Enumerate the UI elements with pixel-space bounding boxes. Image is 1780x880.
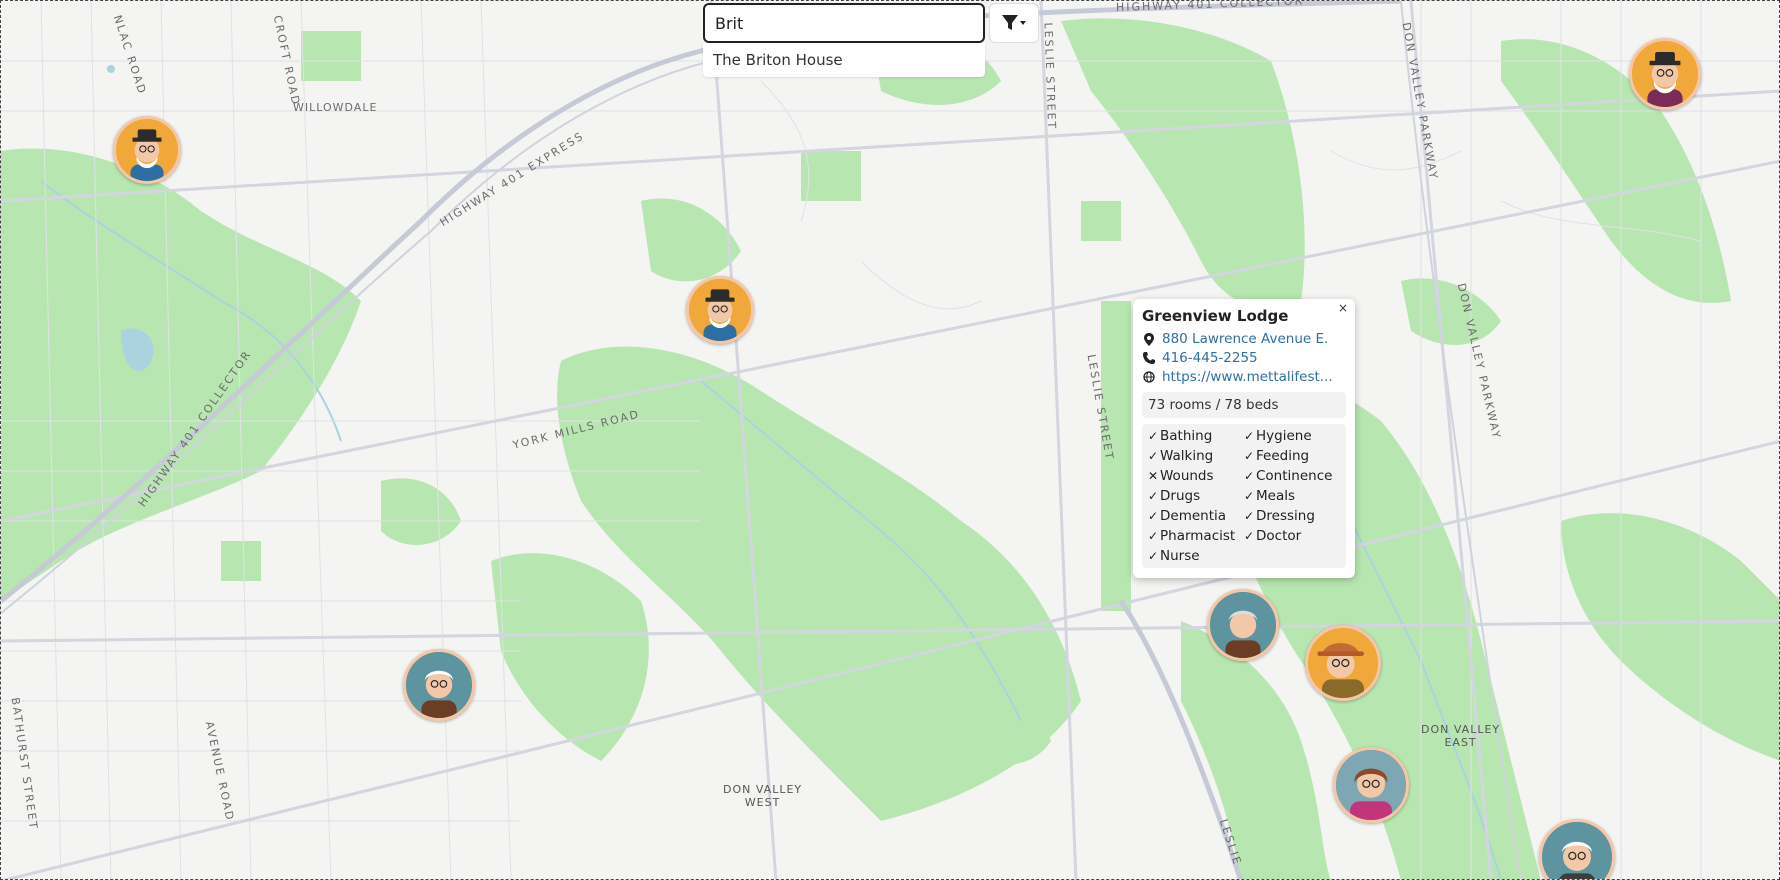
close-icon[interactable]: × (1338, 301, 1348, 315)
map-label-don-valley-west: DON VALLEY WEST (723, 783, 802, 809)
phone-icon (1142, 352, 1156, 364)
filter-button[interactable] (989, 3, 1039, 43)
search-suggestion[interactable]: The Briton House (703, 43, 985, 77)
marker-elder-man-hat-3[interactable] (1629, 38, 1701, 110)
marker-elder-woman-scarf[interactable] (1333, 747, 1409, 823)
address-link[interactable]: 880 Lawrence Avenue E. (1162, 331, 1328, 347)
service-label: Drugs (1160, 488, 1201, 504)
marker-elder-man-cluster[interactable] (1207, 589, 1279, 661)
service-item: ✓ Feeding (1244, 448, 1344, 464)
service-item: ✓ Meals (1244, 488, 1344, 504)
address-row: 880 Lawrence Avenue E. (1142, 331, 1346, 347)
check-icon: ✓ (1148, 509, 1159, 523)
check-icon: ✓ (1148, 449, 1159, 463)
check-icon: ✓ (1148, 529, 1159, 543)
service-item: ✓ Walking (1148, 448, 1244, 464)
check-icon: ✓ (1148, 489, 1159, 503)
don-valley-west-line1: DON VALLEY (723, 783, 803, 796)
phone-link[interactable]: 416-445-2255 (1162, 350, 1258, 366)
facility-name: Greenview Lodge (1142, 307, 1289, 325)
check-icon: ✓ (1148, 429, 1159, 443)
service-item: ✓ Doctor (1244, 528, 1344, 544)
service-label: Bathing (1160, 428, 1213, 444)
service-label: Feeding (1256, 448, 1310, 464)
service-label: Walking (1160, 448, 1214, 464)
service-item: ✓ Bathing (1148, 428, 1244, 444)
map-base-layer (1, 1, 1779, 879)
service-label: Doctor (1256, 528, 1302, 544)
service-item: ✓ Continence (1244, 468, 1344, 484)
service-label: Wounds (1160, 468, 1214, 484)
phone-row: 416-445-2255 (1142, 350, 1346, 366)
don-valley-east-line2: EAST (1444, 736, 1477, 749)
service-item: ✓ Dementia (1148, 508, 1244, 524)
check-icon: ✓ (1244, 489, 1255, 503)
cross-icon: ✕ (1148, 469, 1159, 483)
service-label: Nurse (1160, 548, 1200, 564)
check-icon: ✓ (1244, 529, 1255, 543)
service-label: Meals (1256, 488, 1296, 504)
marker-elder-woman-hat[interactable] (1305, 625, 1381, 701)
marker-elder-man-hat-1[interactable] (113, 116, 181, 184)
marker-elder-man-hat-2[interactable] (686, 276, 754, 344)
elder-man-white-hair-avatar-icon (406, 652, 472, 718)
check-icon: ✓ (1244, 509, 1255, 523)
service-label: Dressing (1256, 508, 1315, 524)
map-pin-icon (1142, 332, 1156, 346)
elder-man-hat-avatar-icon (689, 279, 751, 341)
elder-woman-hat-avatar-icon (1308, 628, 1378, 698)
service-label: Hygiene (1256, 428, 1312, 444)
elder-man-white-hair-avatar-icon (1542, 822, 1612, 879)
service-item: ✕ Wounds (1148, 468, 1244, 484)
service-item: ✓ Dressing (1244, 508, 1344, 524)
service-label: Pharmacist (1160, 528, 1236, 544)
service-item: ✓ Nurse (1148, 548, 1244, 564)
service-item: ✓ Drugs (1148, 488, 1244, 504)
elder-man-avatar-icon (1210, 592, 1276, 658)
don-valley-east-line1: DON VALLEY (1421, 723, 1501, 736)
map-label-don-valley-east: DON VALLEY EAST (1421, 723, 1500, 749)
check-icon: ✓ (1244, 449, 1255, 463)
services-list: ✓ Bathing ✓ Hygiene ✓ Walking ✓ Feeding ✕ Wounds ✓… (1142, 424, 1346, 568)
check-icon: ✓ (1244, 429, 1255, 443)
marker-elder-man-white-hair-1[interactable] (403, 649, 475, 721)
rooms-summary: 73 rooms / 78 beds (1142, 392, 1346, 418)
search-box: The Briton House (703, 3, 985, 77)
search-input[interactable] (703, 3, 985, 43)
website-link[interactable]: https://www.mettalifest... (1162, 369, 1333, 385)
map-canvas[interactable]: WILLOWDALE HIGHWAY 401 EXPRESS HIGHWAY 4… (0, 0, 1780, 880)
service-item: ✓ Pharmacist (1148, 528, 1244, 544)
don-valley-west-line2: WEST (744, 796, 781, 809)
website-row: https://www.mettalifest... (1142, 369, 1346, 385)
elder-man-hat-avatar-icon (1632, 41, 1698, 107)
elder-man-hat-avatar-icon (116, 119, 178, 181)
check-icon: ✓ (1148, 549, 1159, 563)
check-icon: ✓ (1244, 469, 1255, 483)
service-label: Dementia (1160, 508, 1227, 524)
service-label: Continence (1256, 468, 1333, 484)
facility-popup: × Greenview Lodge 880 Lawrence Avenue E.… (1133, 299, 1355, 578)
filter-icon (1002, 15, 1026, 30)
globe-icon (1142, 371, 1156, 383)
map-label-willowdale: WILLOWDALE (293, 101, 378, 114)
elder-woman-scarf-avatar-icon (1336, 750, 1406, 820)
service-item: ✓ Hygiene (1244, 428, 1344, 444)
